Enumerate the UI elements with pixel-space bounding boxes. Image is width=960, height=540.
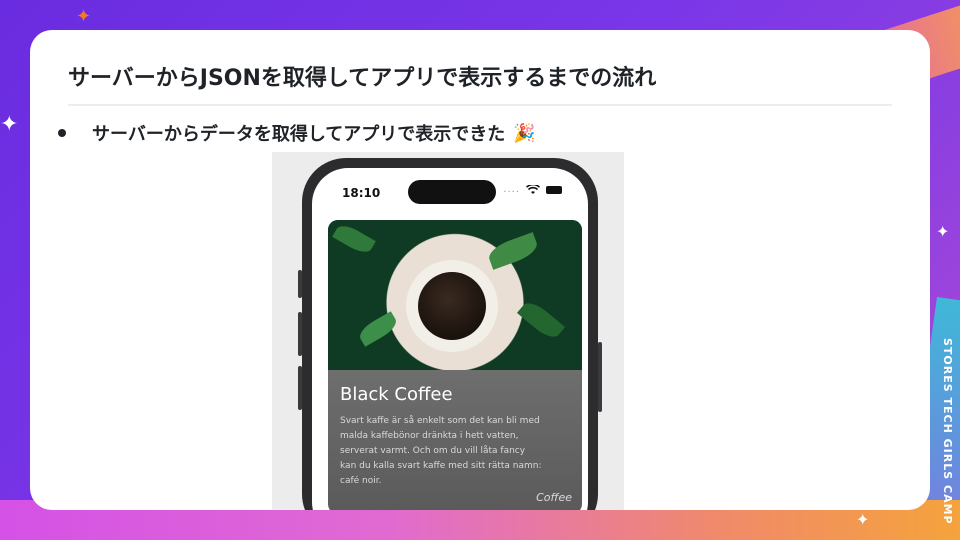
leaf-shape — [516, 297, 566, 343]
status-time: 18:10 — [342, 186, 381, 200]
slide-title: サーバーからJSONを取得してアプリで表示するまでの流れ — [68, 66, 657, 91]
leaf-shape — [356, 311, 400, 347]
bullet-item: サーバーからデータを取得してアプリで表示できた 🎉 — [58, 120, 536, 146]
sparkle-icon: ✦ — [936, 222, 950, 241]
coffee-description: Svart kaffe är så enkelt som det kan bli… — [340, 416, 542, 486]
signal-dots: .... — [503, 184, 520, 195]
sparkle-icon: ✦ — [856, 510, 870, 529]
coffee-photo — [328, 220, 582, 370]
bullet-text: サーバーからデータを取得してアプリで表示できた — [92, 124, 506, 145]
status-icons: .... — [503, 184, 562, 195]
party-popper-icon: 🎉 — [513, 122, 536, 144]
coffee-liquid — [418, 272, 486, 340]
coffee-title: Black Coffee — [340, 384, 453, 405]
coffee-info-panel: Black Coffee Svart kaffe är så enkelt so… — [328, 370, 582, 510]
phone-screen: 18:10 .... Black Coffee Svart kaffe är s… — [312, 168, 588, 510]
phone-frame: 18:10 .... Black Coffee Svart kaffe är s… — [302, 158, 598, 510]
sparkle-icon: ✦ — [0, 112, 19, 137]
divider — [68, 104, 892, 106]
phone-side-button — [598, 342, 602, 412]
leaf-shape — [485, 232, 541, 270]
sparkle-icon: ✦ — [76, 6, 92, 27]
coffee-cup — [406, 260, 498, 352]
bullet-dot — [58, 129, 66, 137]
leaf-shape — [332, 221, 376, 257]
dynamic-island — [408, 180, 496, 204]
battery-icon — [546, 185, 562, 194]
slide-card: サーバーからJSONを取得してアプリで表示するまでの流れ サーバーからデータを取… — [30, 30, 930, 510]
wifi-icon — [526, 184, 540, 194]
coffee-card[interactable]: Black Coffee Svart kaffe är så enkelt so… — [328, 220, 582, 510]
app-screenshot: 18:10 .... Black Coffee Svart kaffe är s… — [272, 152, 624, 510]
coffee-category: Coffee — [536, 491, 572, 504]
side-caption: STORES TECH GIRLS CAMP — [941, 338, 954, 525]
